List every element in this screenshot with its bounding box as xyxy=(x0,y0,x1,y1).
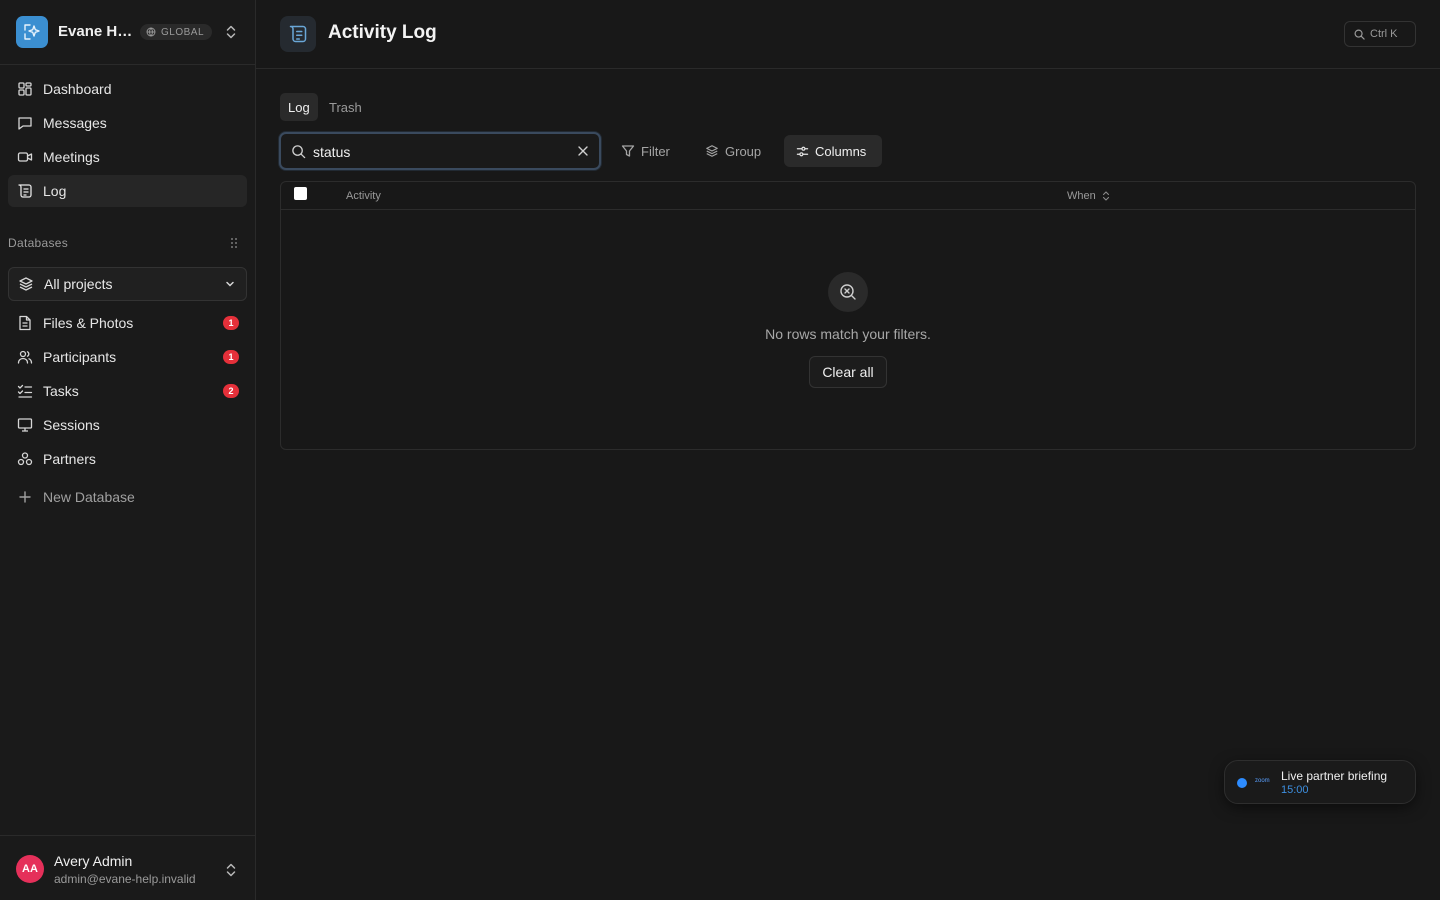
column-header-when[interactable]: When xyxy=(1067,190,1110,202)
sidebar-item-tasks[interactable]: Tasks 2 xyxy=(8,375,247,407)
sidebar-item-dashboard[interactable]: Dashboard xyxy=(8,73,247,105)
tab-trash[interactable]: Trash xyxy=(321,93,370,121)
page-header: Activity Log Ctrl K xyxy=(256,0,1440,69)
page-title: Activity Log xyxy=(328,22,437,43)
sidebar-item-label: Tasks xyxy=(43,383,79,399)
sort-icon xyxy=(1102,191,1109,201)
sidebar-item-label: Participants xyxy=(43,349,117,365)
sidebar-item-label: Files & Photos xyxy=(43,315,134,331)
workspace-name: Evane Help Desk xyxy=(58,23,134,40)
workspace-switcher[interactable]: Evane Help Desk GLOBAL xyxy=(0,0,255,65)
users-icon xyxy=(17,350,33,364)
sidebar-item-label: Partners xyxy=(43,451,96,467)
project-select-value: All projects xyxy=(44,276,113,292)
meeting-title: Live partner briefing xyxy=(1281,769,1388,783)
count-badge: 1 xyxy=(223,316,239,330)
workspace-badge-label: GLOBAL xyxy=(161,26,205,38)
column-header-activity[interactable]: Activity xyxy=(346,190,381,202)
new-database-label: New Database xyxy=(43,489,135,505)
meeting-time: 15:00 xyxy=(1281,784,1309,796)
zoom-logo: zoom xyxy=(1255,778,1270,784)
sidebar-item-participants[interactable]: Participants 1 xyxy=(8,341,247,373)
filter-label: Filter xyxy=(641,143,670,159)
file-icon xyxy=(19,315,31,331)
message-icon xyxy=(18,117,32,130)
layers-icon xyxy=(19,277,33,291)
sidebar-item-meetings[interactable]: Meetings xyxy=(8,141,247,173)
search-icon xyxy=(292,145,306,159)
group-label: Group xyxy=(725,143,762,159)
sliders-icon xyxy=(796,146,809,156)
drag-handle-icon[interactable] xyxy=(229,237,239,249)
command-palette-button[interactable]: Ctrl K xyxy=(1344,21,1416,47)
search-icon xyxy=(1354,29,1365,40)
count-badge: 1 xyxy=(223,350,239,364)
tab-log[interactable]: Log xyxy=(280,93,318,121)
user-name: Avery Admin xyxy=(54,853,133,869)
search-input[interactable] xyxy=(313,142,563,162)
avatar: AA xyxy=(16,855,44,883)
user-email: admin@evane-help.invalid xyxy=(54,872,196,886)
log-icon xyxy=(280,16,316,52)
chevron-down-icon xyxy=(226,281,234,287)
live-indicator xyxy=(1237,778,1247,788)
presentation-icon xyxy=(17,418,33,432)
empty-state-text: No rows match your filters. xyxy=(765,326,931,342)
plus-icon xyxy=(19,491,31,503)
chevrons-up-down-icon xyxy=(223,862,239,878)
search-x-icon xyxy=(828,272,868,312)
layers-icon xyxy=(706,145,718,157)
select-all-checkbox[interactable] xyxy=(294,187,307,200)
new-database-button[interactable]: New Database xyxy=(8,481,247,513)
search-field[interactable] xyxy=(279,132,601,170)
sidebar-item-label: Meetings xyxy=(43,149,100,165)
table-header: Activity When xyxy=(281,182,1415,210)
columns-label: Columns xyxy=(815,143,867,159)
close-icon[interactable] xyxy=(577,145,589,157)
meeting-notification[interactable]: zoom Live partner briefing 15:00 xyxy=(1224,760,1416,804)
activity-table: Activity When No rows match your filters… xyxy=(280,181,1416,450)
globe-icon xyxy=(146,27,156,37)
partners-icon xyxy=(17,452,33,466)
count-badge: 2 xyxy=(223,384,239,398)
sidebar-item-files-photos[interactable]: Files & Photos 1 xyxy=(8,307,247,339)
user-menu[interactable]: AA Avery Admin admin@evane-help.invalid xyxy=(0,835,255,900)
clear-all-button[interactable]: Clear all xyxy=(809,356,887,388)
sidebar-item-label: Log xyxy=(43,183,67,199)
chevrons-up-down-icon xyxy=(223,24,239,40)
sidebar: Evane Help Desk GLOBAL Dashboard Message… xyxy=(0,0,256,900)
project-select[interactable]: All projects xyxy=(8,267,247,301)
columns-button[interactable]: Columns xyxy=(784,135,882,167)
dashboard-icon xyxy=(18,82,32,96)
video-icon xyxy=(17,152,33,162)
workspace-logo-icon xyxy=(16,16,48,48)
sidebar-item-label: Dashboard xyxy=(43,81,112,97)
workspace-scope-badge: GLOBAL xyxy=(140,24,213,40)
sidebar-item-label: Messages xyxy=(43,115,107,131)
shortcut-label: Ctrl K xyxy=(1370,28,1398,40)
column-header-label: When xyxy=(1067,190,1096,202)
sidebar-item-log[interactable]: Log xyxy=(8,175,247,207)
group-button[interactable]: Group xyxy=(693,135,773,167)
sidebar-item-messages[interactable]: Messages xyxy=(8,107,247,139)
databases-section-label: Databases xyxy=(8,236,69,250)
log-icon xyxy=(18,184,32,198)
filter-button[interactable]: Filter xyxy=(609,135,682,167)
sidebar-item-sessions[interactable]: Sessions xyxy=(8,409,247,441)
sidebar-item-label: Sessions xyxy=(43,417,100,433)
checklist-icon xyxy=(17,384,33,398)
filter-icon xyxy=(621,145,635,157)
sidebar-item-partners[interactable]: Partners xyxy=(8,443,247,475)
